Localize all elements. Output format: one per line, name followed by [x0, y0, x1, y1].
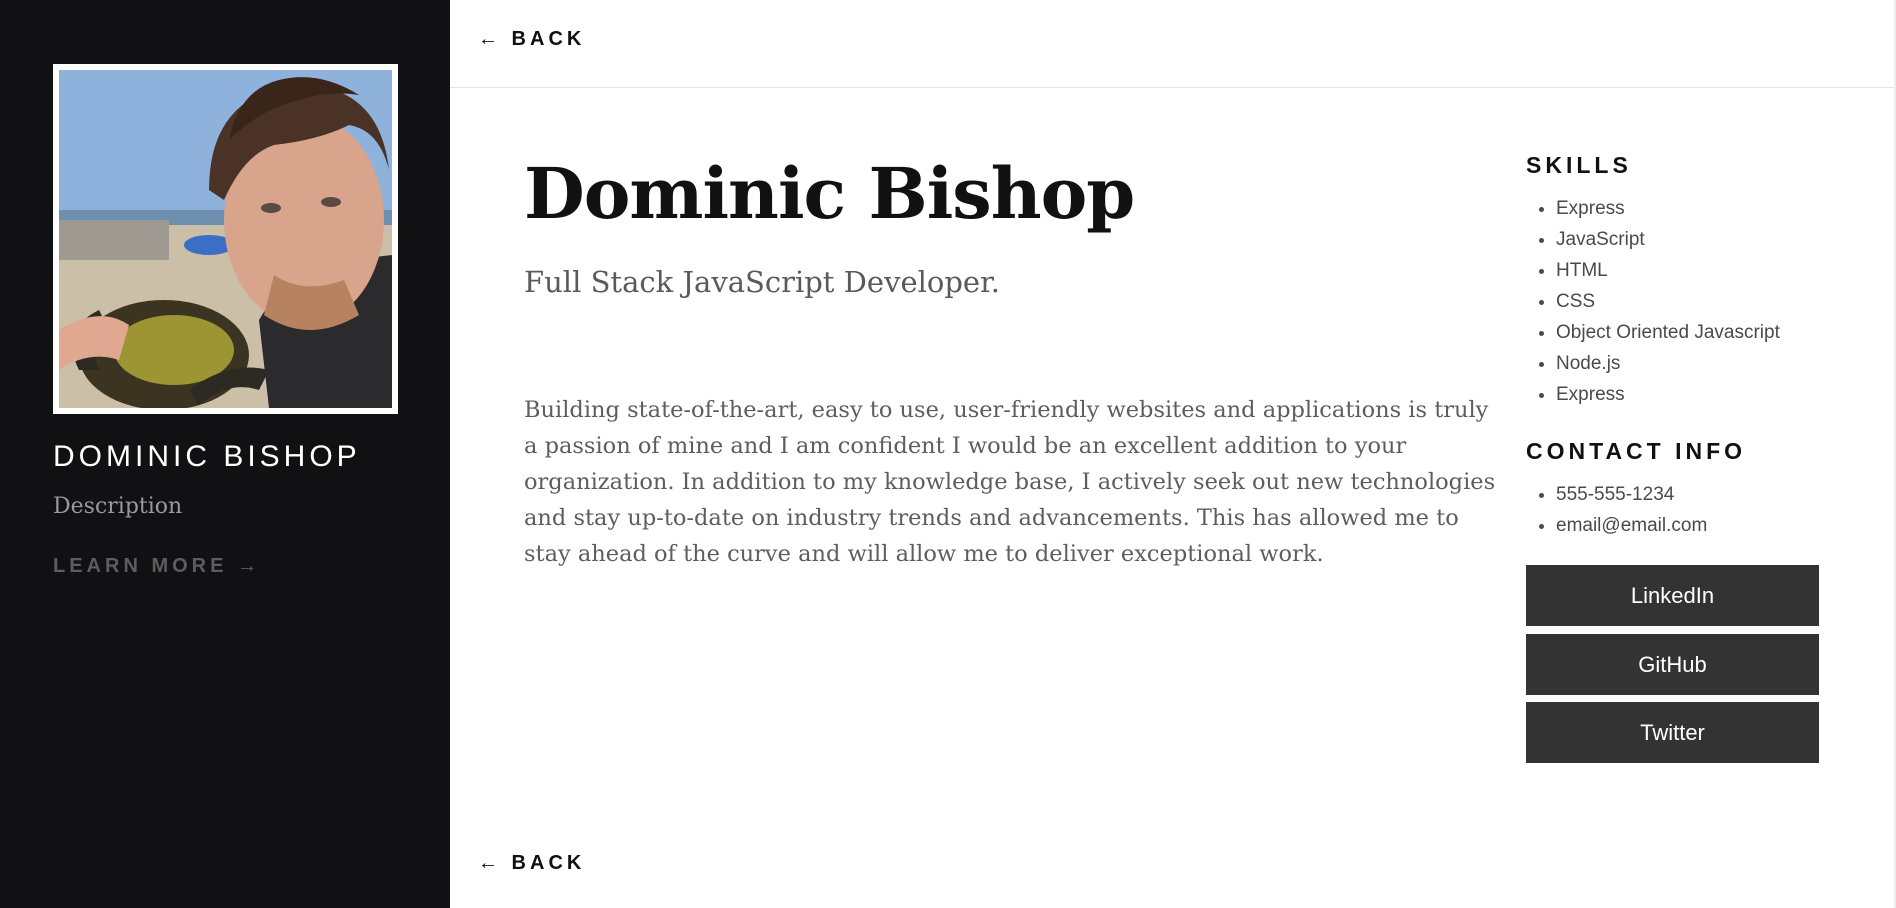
- sidebar-name: DOMINIC BISHOP: [53, 440, 361, 473]
- contact-phone: 555-555-1234: [1556, 479, 1707, 510]
- bio-paragraph: Building state-of-the-art, easy to use, …: [524, 397, 1496, 567]
- skills-list: Express JavaScript HTML CSS Object Orien…: [1556, 193, 1780, 410]
- skill-item: JavaScript: [1556, 224, 1780, 255]
- linkedin-button[interactable]: LinkedIn: [1526, 565, 1819, 626]
- skill-item: CSS: [1556, 286, 1780, 317]
- skill-item: Express: [1556, 193, 1780, 224]
- contact-list: 555-555-1234 email@email.com: [1556, 479, 1707, 541]
- page-title: Dominic Bishop: [524, 152, 1135, 235]
- learn-more-link[interactable]: LEARN MORE →: [53, 555, 261, 578]
- contact-email: email@email.com: [1556, 510, 1707, 541]
- github-button[interactable]: GitHub: [1526, 634, 1819, 695]
- sidebar: DOMINIC BISHOP Description LEARN MORE →: [0, 0, 450, 908]
- profile-photo: [59, 70, 392, 408]
- back-link-top[interactable]: ← BACK: [478, 28, 585, 51]
- header-divider: [450, 87, 1896, 88]
- skill-item: Express: [1556, 379, 1780, 410]
- twitter-button[interactable]: Twitter: [1526, 702, 1819, 763]
- page-subtitle: Full Stack JavaScript Developer.: [524, 265, 1000, 299]
- skills-heading: SKILLS: [1526, 152, 1632, 178]
- contact-heading: CONTACT INFO: [1526, 438, 1747, 464]
- skill-item: HTML: [1556, 255, 1780, 286]
- sidebar-description: Description: [53, 494, 183, 519]
- profile-photo-frame: [53, 64, 398, 414]
- skill-item: Node.js: [1556, 348, 1780, 379]
- skill-item: Object Oriented Javascript: [1556, 317, 1780, 348]
- back-link-bottom[interactable]: ← BACK: [478, 852, 585, 875]
